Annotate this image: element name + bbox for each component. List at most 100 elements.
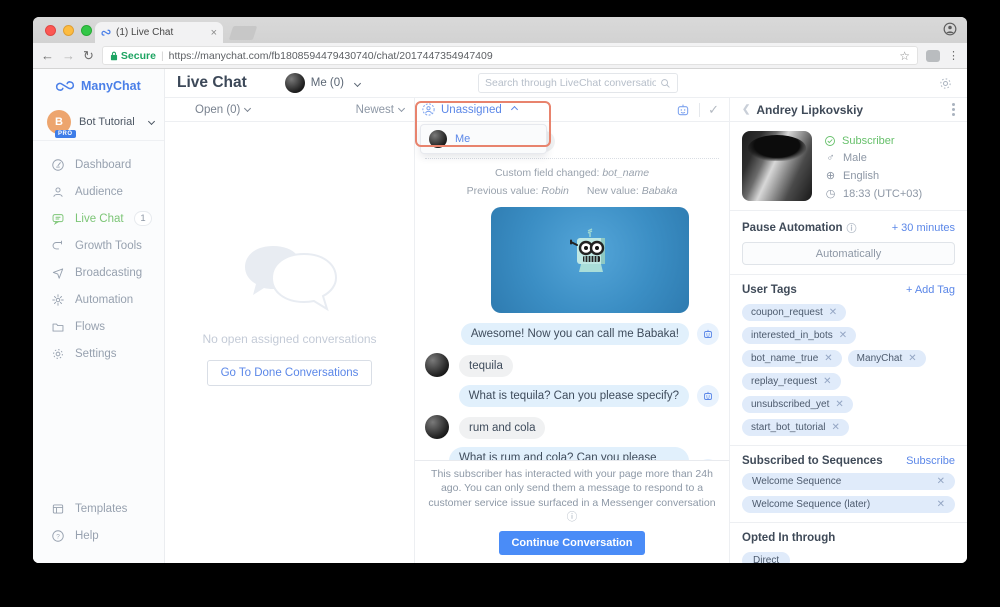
message-row: What is tequila? Can you please specify? <box>425 385 719 407</box>
tag-pill[interactable]: coupon_request✕ <box>742 304 846 321</box>
remove-sequence-icon[interactable]: ✕ <box>937 476 945 487</box>
tag-pill[interactable]: start_bot_tutorial✕ <box>742 419 849 436</box>
forward-button[interactable]: → <box>62 49 75 62</box>
robot-illustration <box>555 225 625 295</box>
tab-strip: (1) Live Chat × <box>33 17 967 43</box>
help-icon: ? <box>51 529 65 543</box>
dropdown-option-me[interactable]: Me <box>421 125 546 153</box>
secure-label: Secure <box>121 50 156 62</box>
bookmark-star-icon[interactable]: ☆ <box>899 49 910 63</box>
optin-pill: Direct <box>742 552 790 563</box>
address-bar[interactable]: Secure | https://manychat.com/fb18085944… <box>102 46 918 65</box>
remove-tag-icon[interactable]: ✕ <box>824 353 832 364</box>
remove-tag-icon[interactable]: ✕ <box>832 422 840 433</box>
empty-state: No open assigned conversations Go To Don… <box>165 122 414 563</box>
pause-automatically-button[interactable]: Automatically <box>742 242 955 265</box>
sidebar-item-help[interactable]: ? Help <box>33 522 164 549</box>
reload-button[interactable]: ↻ <box>83 49 94 62</box>
sidebar-item-flows[interactable]: Flows <box>33 313 164 340</box>
bot-message-bubble: What is rum and cola? Can you please spe… <box>449 447 689 460</box>
sidebar-item-settings[interactable]: Settings <box>33 340 164 367</box>
bot-message-bubble: What is tequila? Can you please specify? <box>459 385 689 407</box>
remove-sequence-icon[interactable]: ✕ <box>937 499 945 510</box>
remove-tag-icon[interactable]: ✕ <box>908 353 916 364</box>
url-text: https://manychat.com/fb1808594479430740/… <box>169 50 895 62</box>
sidebar-item-templates[interactable]: Templates <box>33 495 164 522</box>
workspace-switcher[interactable]: B PRO Bot Tutorial <box>33 103 164 141</box>
me-avatar <box>429 130 447 148</box>
clock-icon: ◷ <box>824 187 837 200</box>
bot-icon <box>702 328 714 340</box>
bot-badge <box>697 385 719 407</box>
chat-panel: Unassigned ✓ <box>415 98 730 563</box>
tag-pill[interactable]: bot_name_true✕ <box>742 350 842 367</box>
tab-close-icon[interactable]: × <box>211 27 217 39</box>
tab-favicon <box>101 28 111 38</box>
attribute-gender: ♂Male <box>824 152 922 164</box>
bot-icon[interactable] <box>675 102 691 118</box>
assign-filter-dropdown[interactable]: Unassigned <box>421 102 517 117</box>
lock-icon <box>110 51 118 61</box>
sequence-pill[interactable]: Welcome Sequence (later)✕ <box>742 496 955 513</box>
tag-pill[interactable]: interested_in_bots✕ <box>742 327 856 344</box>
sidebar-item-live-chat[interactable]: Live Chat 1 <box>33 205 164 232</box>
sidebar-item-automation[interactable]: Automation <box>33 286 164 313</box>
mark-done-icon[interactable]: ✓ <box>708 102 719 118</box>
search-input[interactable] <box>485 77 656 89</box>
info-icon: ⓘ <box>847 220 857 235</box>
sequence-pill[interactable]: Welcome Sequence✕ <box>742 473 955 490</box>
tag-pill[interactable]: ManyChat✕ <box>848 350 926 367</box>
remove-tag-icon[interactable]: ✕ <box>829 307 837 318</box>
profile-menu-icon[interactable] <box>948 99 959 120</box>
browser-menu-icon[interactable]: ⋮ <box>948 49 959 62</box>
subscriber-photo <box>742 131 812 201</box>
message-list: Custom field changed: bot_name Previous … <box>415 122 729 460</box>
sort-dropdown[interactable]: Newest <box>356 104 404 116</box>
assignee-selector[interactable]: Me (0) <box>285 73 360 93</box>
new-tab-button[interactable] <box>229 26 258 40</box>
opted-in-section: Opted In through Direct <box>730 523 967 563</box>
page-title: Live Chat <box>177 74 247 92</box>
male-icon: ♂ <box>824 152 837 164</box>
robot-image-attachment[interactable] <box>491 207 689 313</box>
sidebar-item-broadcasting[interactable]: Broadcasting <box>33 259 164 286</box>
livechat-settings-button[interactable] <box>938 76 953 91</box>
open-filter-dropdown[interactable]: Open (0) <box>195 104 250 116</box>
add-tag-link[interactable]: + Add Tag <box>906 284 955 296</box>
sidebar-item-dashboard[interactable]: Dashboard <box>33 151 164 178</box>
growth-tools-icon <box>51 239 65 253</box>
chevron-down-icon <box>354 79 361 86</box>
workspace-name: Bot Tutorial <box>79 116 136 128</box>
remove-tag-icon[interactable]: ✕ <box>835 399 843 410</box>
browser-tab[interactable]: (1) Live Chat × <box>95 22 223 43</box>
subscriber-name: Andrey Lipkovskiy <box>756 103 863 117</box>
pause-30-minutes-link[interactable]: + 30 minutes <box>892 222 955 234</box>
brand[interactable]: ManyChat <box>33 69 164 103</box>
assign-filter-label: Unassigned <box>441 104 502 116</box>
extension-icon[interactable] <box>926 50 940 62</box>
close-window-button[interactable] <box>45 25 56 36</box>
zoom-window-button[interactable] <box>81 25 92 36</box>
minimize-window-button[interactable] <box>63 25 74 36</box>
history-divider <box>425 158 719 159</box>
continue-conversation-button[interactable]: Continue Conversation <box>499 531 644 555</box>
go-to-done-button[interactable]: Go To Done Conversations <box>207 360 373 386</box>
back-button[interactable]: ← <box>41 49 54 62</box>
sidebar-item-audience[interactable]: Audience <box>33 178 164 205</box>
remove-tag-icon[interactable]: ✕ <box>823 376 831 387</box>
dashboard-icon <box>51 158 65 172</box>
system-event: Custom field changed: bot_name <box>425 167 719 179</box>
sidebar-item-growth-tools[interactable]: Growth Tools <box>33 232 164 259</box>
collapse-panel-icon[interactable]: ❮ <box>742 104 750 115</box>
chat-bubbles-illustration <box>235 240 345 318</box>
tag-pill[interactable]: unsubscribed_yet✕ <box>742 396 853 413</box>
me-avatar <box>285 73 305 93</box>
tag-pill[interactable]: replay_request✕ <box>742 373 841 390</box>
chevron-down-icon <box>244 104 251 111</box>
subscriber-card: Subscriber ♂Male ⊕English ◷18:33 (UTC+03… <box>730 122 967 211</box>
subscribe-link[interactable]: Subscribe <box>906 455 955 467</box>
remove-tag-icon[interactable]: ✕ <box>839 330 847 341</box>
browser-profile-icon[interactable] <box>943 22 957 36</box>
chevron-up-icon <box>511 106 518 113</box>
user-tags-section: User Tags + Add Tag coupon_request✕ inte… <box>730 275 967 446</box>
